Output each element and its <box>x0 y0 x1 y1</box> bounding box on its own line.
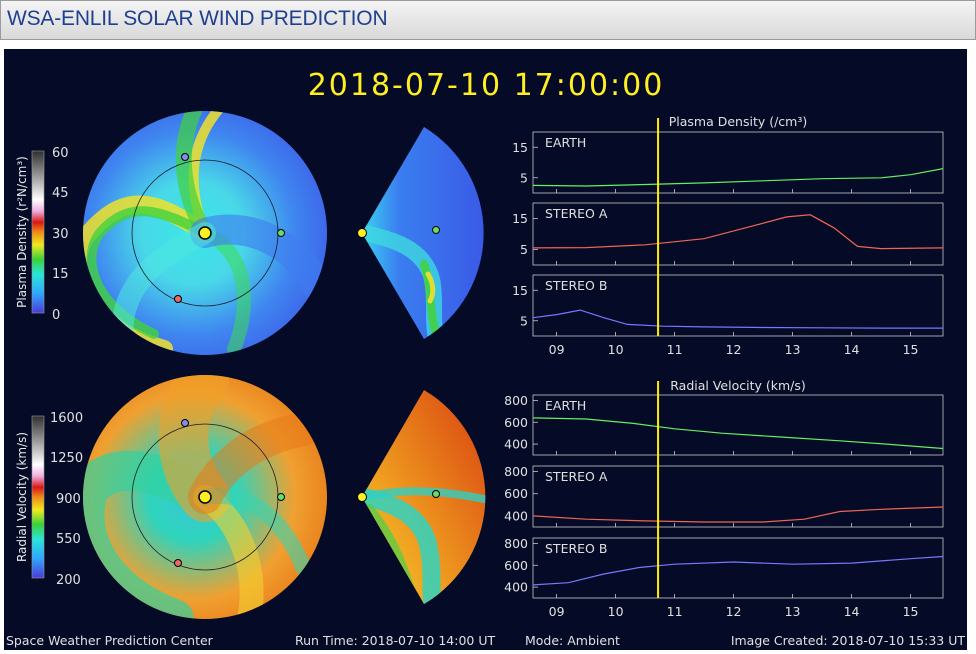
chart-panel: STEREO A 5 15 <box>512 202 944 266</box>
density-tick: 60 <box>52 146 69 161</box>
x-tick-label: 14 <box>844 342 860 357</box>
x-tick-label: 11 <box>667 604 683 619</box>
stereo-b-marker <box>181 419 189 427</box>
y-tick-label: 15 <box>512 283 528 298</box>
y-tick-label: 15 <box>512 140 528 155</box>
footer-run-time: Run Time: 2018-07-10 14:00 UT <box>295 633 495 648</box>
x-tick-label: 09 <box>549 604 565 619</box>
chart-group: Radial Velocity (km/s)EARTH400600800STER… <box>504 378 944 619</box>
y-tick-label: 5 <box>520 170 528 185</box>
velocity-meridional-wedge <box>357 390 486 604</box>
footer-image-created: Image Created: 2018-07-10 15:33 UT <box>731 633 966 648</box>
series-line <box>532 417 944 450</box>
velocity-tick: 1250 <box>50 451 83 466</box>
earth-marker <box>432 490 440 498</box>
density-colorbar-label: Plasma Density (r²N/cm³) <box>15 156 29 308</box>
y-tick-label: 400 <box>504 437 528 452</box>
chart-title: Plasma Density (/cm³) <box>669 114 808 129</box>
y-tick-label: 600 <box>504 486 528 501</box>
page-header: WSA-ENLIL SOLAR WIND PREDICTION <box>0 0 976 40</box>
velocity-tick: 200 <box>56 573 81 588</box>
x-tick-label: 12 <box>726 604 742 619</box>
y-tick-label: 800 <box>504 536 528 551</box>
y-tick-label: 5 <box>520 313 528 328</box>
series-label: STEREO A <box>545 206 608 221</box>
velocity-tick: 900 <box>56 492 81 507</box>
y-tick-label: 600 <box>504 558 528 573</box>
x-tick-label: 09 <box>549 342 565 357</box>
enlil-figure-svg: 2018-07-10 17:00:00 Plasma Density (r²N/… <box>6 68 966 648</box>
velocity-tick: 1600 <box>50 411 83 426</box>
y-tick-label: 800 <box>504 393 528 408</box>
chart-panel: STEREO B 5 15 <box>512 274 944 337</box>
density-tick: 0 <box>52 308 60 323</box>
y-tick-label: 5 <box>520 242 528 257</box>
series-line <box>532 309 943 329</box>
stereo-a-marker <box>174 559 182 567</box>
density-tick: 30 <box>52 227 69 242</box>
x-tick-label: 15 <box>903 342 919 357</box>
footer-mode: Mode: Ambient <box>525 633 620 648</box>
density-tick: 15 <box>52 267 69 282</box>
chart-group: Plasma Density (/cm³) EARTH 5 15 STEREO A 5 15… <box>512 114 944 357</box>
velocity-colorbar: Radial Velocity (km/s) 1600 1250 900 550… <box>15 411 83 588</box>
earth-marker <box>277 229 285 237</box>
y-tick-label: 400 <box>504 508 528 523</box>
y-tick-label: 600 <box>504 415 528 430</box>
chart-title: Radial Velocity (km/s) <box>670 378 806 393</box>
velocity-ecliptic-disk <box>83 375 327 619</box>
earth-marker <box>277 493 285 501</box>
stereo-b-marker <box>181 153 189 161</box>
y-tick-label: 15 <box>512 211 528 226</box>
time-series-charts: Plasma Density (/cm³) EARTH 5 15 STEREO A 5 15… <box>504 114 944 619</box>
velocity-tick: 550 <box>56 532 81 547</box>
page-title: WSA-ENLIL SOLAR WIND PREDICTION <box>7 7 388 30</box>
x-tick-label: 10 <box>608 342 624 357</box>
density-tick: 45 <box>52 186 69 201</box>
x-tick-label: 11 <box>667 342 683 357</box>
series-line <box>532 506 944 523</box>
velocity-colorbar-label: Radial Velocity (km/s) <box>15 432 29 562</box>
timestamp: 2018-07-10 17:00:00 <box>308 68 665 103</box>
x-tick-label: 13 <box>785 604 801 619</box>
x-tick-label: 10 <box>608 604 624 619</box>
chart-panel: STEREO A 400 600 800 <box>504 464 944 528</box>
x-tick-label: 13 <box>785 342 801 357</box>
density-colorbar: Plasma Density (r²N/cm³) 60 45 30 15 0 <box>15 146 69 323</box>
density-ecliptic-disk <box>83 111 327 355</box>
footer-center: Space Weather Prediction Center <box>6 633 214 648</box>
x-tick-label: 12 <box>726 342 742 357</box>
chart-panel: EARTH 400 600 800 <box>504 393 944 456</box>
enlil-figure: 2018-07-10 17:00:00 Plasma Density (r²N/… <box>4 49 967 650</box>
panel-frame <box>532 131 944 194</box>
y-tick-label: 800 <box>504 464 528 479</box>
earth-marker <box>432 226 440 234</box>
series-label: EARTH <box>545 398 586 413</box>
sun-marker <box>357 228 367 238</box>
panel-frame <box>532 394 944 456</box>
velocity-colorbar-scale <box>31 415 45 579</box>
chart-panel: EARTH 5 15 <box>512 131 944 194</box>
density-meridional-wedge <box>357 127 484 339</box>
chart-panel: STEREO B 400 600 800 <box>504 536 944 599</box>
density-colorbar-scale <box>31 150 45 314</box>
sun-marker <box>198 226 212 240</box>
series-line <box>532 555 944 586</box>
y-tick-label: 400 <box>504 580 528 595</box>
series-label: STEREO B <box>545 278 607 293</box>
series-label: STEREO A <box>545 469 608 484</box>
sun-marker <box>357 492 367 502</box>
stereo-a-marker <box>174 295 182 303</box>
series-label: EARTH <box>545 135 586 150</box>
x-tick-label: 15 <box>903 604 919 619</box>
series-line <box>532 168 944 187</box>
series-label: STEREO B <box>545 541 607 556</box>
sun-marker <box>198 490 212 504</box>
x-tick-label: 14 <box>844 604 860 619</box>
